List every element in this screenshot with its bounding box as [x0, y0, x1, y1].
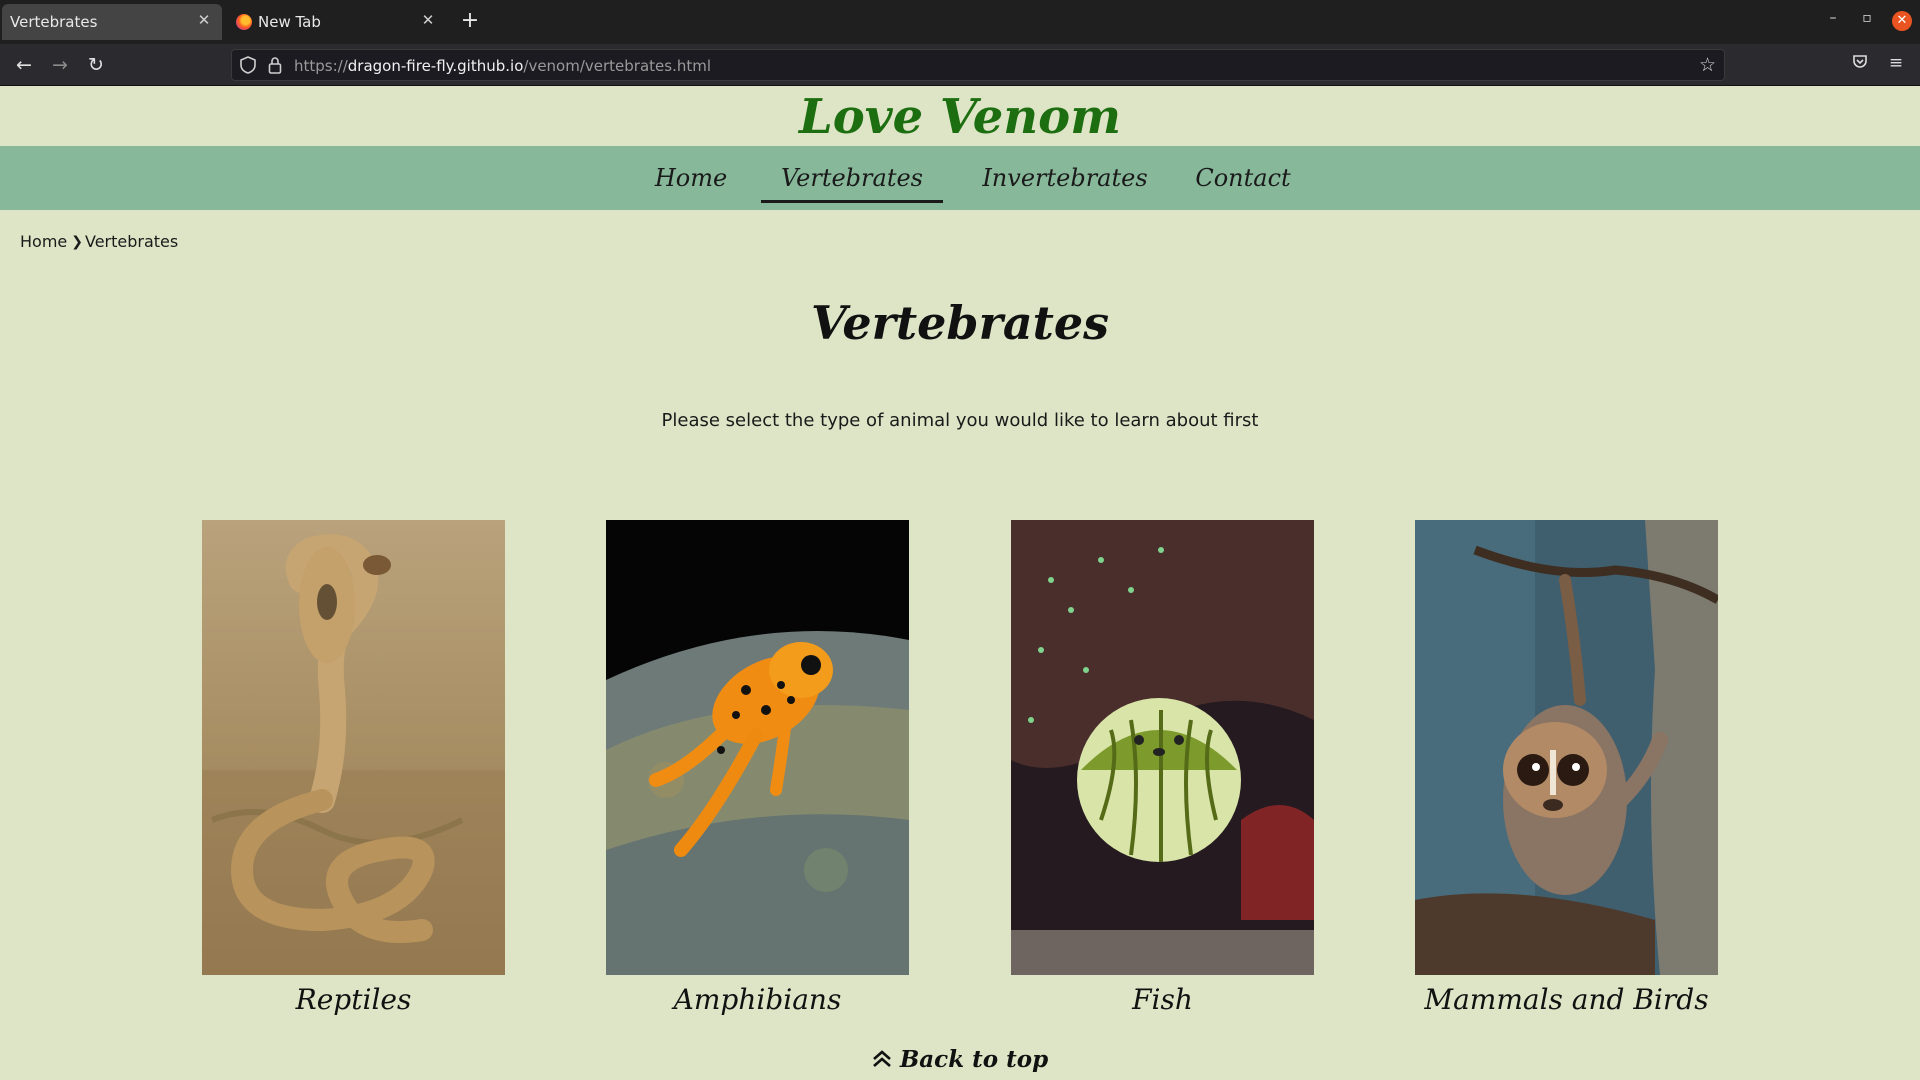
- forward-arrow-icon[interactable]: →: [46, 52, 74, 78]
- breadcrumb-current: Vertebrates: [84, 232, 179, 251]
- back-to-top-link[interactable]: Back to top: [0, 1046, 1920, 1073]
- category-label-reptiles[interactable]: Reptiles: [202, 983, 505, 1016]
- main-navigation: Home Vertebrates Invertebrates Contact: [0, 146, 1920, 210]
- nav-invertebrates[interactable]: Invertebrates: [975, 146, 1155, 210]
- address-bar[interactable]: https://dragon-fire-fly.github.io/venom/…: [231, 49, 1725, 81]
- reload-icon[interactable]: ↻: [82, 52, 110, 78]
- browser-toolbar: ← → ↻ https://dragon-fire-fly.github.io/…: [0, 44, 1920, 86]
- poison-dart-frog-image[interactable]: [606, 520, 909, 975]
- minimize-icon[interactable]: –: [1822, 10, 1844, 26]
- double-chevron-up-icon: [872, 1046, 900, 1073]
- firefox-icon: [236, 14, 252, 30]
- web-page: Love Venom Home Vertebrates Invertebrate…: [0, 86, 1920, 1080]
- nav-home[interactable]: Home: [646, 146, 736, 210]
- url-text[interactable]: https://dragon-fire-fly.github.io/venom/…: [294, 57, 711, 75]
- cobra-image[interactable]: [202, 520, 505, 975]
- slow-loris-image[interactable]: [1415, 520, 1718, 975]
- tab-vertebrates[interactable]: Vertebrates ✕: [2, 4, 222, 40]
- pocket-icon[interactable]: [1848, 53, 1872, 74]
- back-to-top-label: Back to top: [899, 1046, 1049, 1073]
- site-title[interactable]: Love Venom: [0, 86, 1920, 146]
- category-card-fish[interactable]: Fish: [1011, 520, 1314, 1016]
- breadcrumb-home-link[interactable]: Home: [20, 232, 67, 251]
- tab-title: New Tab: [258, 13, 321, 31]
- back-arrow-icon[interactable]: ←: [10, 52, 38, 78]
- close-tab-icon[interactable]: ✕: [194, 11, 214, 29]
- tab-title: Vertebrates: [10, 13, 98, 31]
- category-card-mammals-and-birds[interactable]: Mammals and Birds: [1415, 520, 1718, 1016]
- chevron-right-icon: ❯: [71, 233, 83, 250]
- pufferfish-image[interactable]: [1011, 520, 1314, 975]
- category-label-fish[interactable]: Fish: [1011, 983, 1314, 1016]
- category-label-amphibians[interactable]: Amphibians: [606, 983, 909, 1016]
- lock-icon[interactable]: [268, 56, 282, 78]
- window-close-icon[interactable]: ✕: [1892, 11, 1912, 31]
- hamburger-menu-icon[interactable]: ≡: [1884, 53, 1908, 73]
- category-label-mammals-and-birds[interactable]: Mammals and Birds: [1415, 983, 1718, 1016]
- close-tab-icon[interactable]: ✕: [418, 11, 438, 29]
- new-tab-plus-icon[interactable]: +: [459, 8, 481, 33]
- restore-icon[interactable]: ▫: [1856, 10, 1878, 26]
- tracking-shield-icon[interactable]: [240, 56, 256, 78]
- nav-vertebrates[interactable]: Vertebrates: [761, 153, 943, 203]
- category-card-amphibians[interactable]: Amphibians: [606, 520, 909, 1016]
- breadcrumb: Home ❯ Vertebrates: [20, 232, 178, 251]
- category-card-reptiles[interactable]: Reptiles: [202, 520, 505, 1016]
- page-title: Vertebrates: [810, 296, 1110, 350]
- intro-text: Please select the type of animal you wou…: [661, 410, 1259, 431]
- tab-new-tab[interactable]: New Tab ✕: [226, 4, 446, 40]
- nav-contact[interactable]: Contact: [1178, 146, 1308, 210]
- browser-tab-bar: Vertebrates ✕ New Tab ✕ + – ▫ ✕: [0, 0, 1920, 44]
- star-icon[interactable]: ☆: [1699, 54, 1716, 76]
